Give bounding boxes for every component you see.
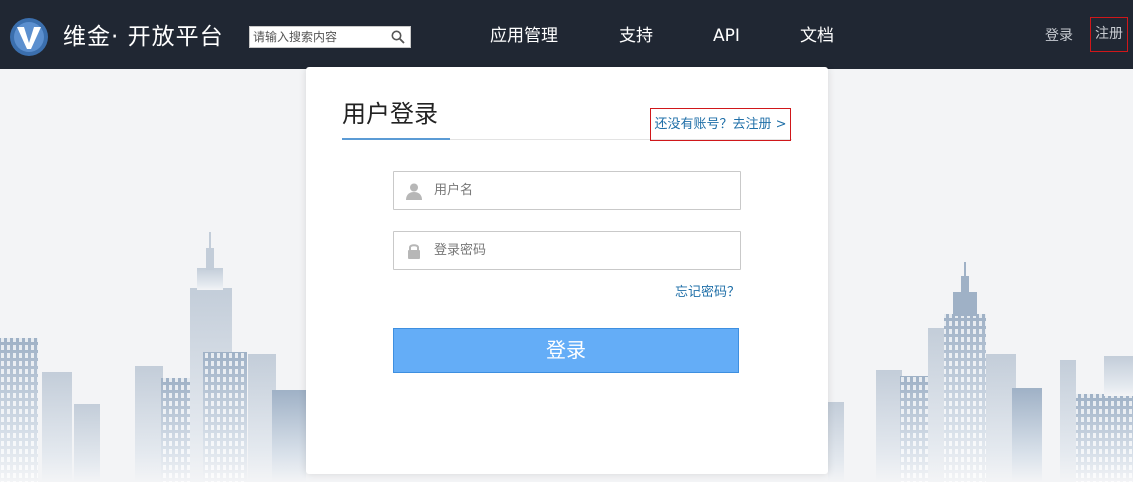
- left-skyline: [0, 232, 306, 482]
- forgot-password-link[interactable]: 忘记密码？: [675, 284, 740, 302]
- password-field[interactable]: [393, 231, 741, 270]
- title-accent-underline: [342, 138, 450, 140]
- login-title: 用户登录: [342, 100, 438, 128]
- username-input[interactable]: [434, 172, 734, 209]
- password-input[interactable]: [434, 232, 734, 269]
- go-register-link[interactable]: 还没有账号？去注册 >: [650, 108, 791, 141]
- user-icon: [406, 183, 422, 200]
- lock-icon: [408, 244, 420, 259]
- right-skyline: [828, 262, 1133, 482]
- login-card: 用户登录 还没有账号？去注册 > 忘记密码？ 登录: [306, 67, 828, 474]
- login-submit-button[interactable]: 登录: [393, 328, 739, 373]
- username-field[interactable]: [393, 171, 741, 210]
